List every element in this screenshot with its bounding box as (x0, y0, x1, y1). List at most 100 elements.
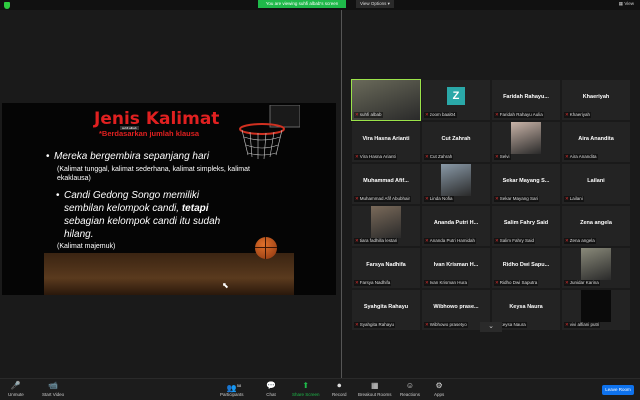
participant-name: Khaeriyah (582, 94, 610, 100)
shared-slide: Jenis Kalimat suhfi albab *Berdasarkan j… (2, 103, 336, 295)
participant-tile[interactable]: Lailani ✕Lailani (562, 164, 630, 204)
view-button[interactable]: ▦ View (619, 1, 634, 7)
participant-label: ✕Zena angela (564, 238, 596, 244)
microphone-muted-icon: ✕ (495, 280, 499, 285)
participant-photo (441, 164, 471, 196)
microphone-muted-icon: ✕ (495, 154, 499, 159)
shield-icon[interactable] (4, 2, 10, 9)
view-options-button[interactable]: View Options ▾ (356, 0, 394, 8)
participant-label: ✕Linda Nofia (424, 196, 454, 202)
microphone-muted-icon: ✕ (425, 280, 429, 285)
participant-photo (581, 290, 611, 322)
participant-tile[interactable]: ✕vivi alfiani putri (562, 290, 630, 330)
apps-button[interactable]: ⚙ Apps (434, 381, 444, 397)
participants-count: 58 (236, 383, 242, 388)
participant-label: ✕Salim Fahry Said (494, 238, 536, 244)
participant-label: ✕Khaeriyah (564, 112, 592, 118)
participant-name: Muhammad Afif... (363, 178, 409, 184)
participant-tile[interactable]: Salim Fahry Said ✕Salim Fahry Said (492, 206, 560, 246)
participant-label: ✕Farsya Nadhifa (354, 280, 392, 286)
share-screen-button[interactable]: ⬆ Share Screen (292, 381, 320, 397)
note-1: (Kalimat tunggal, kalimat sederhana, kal… (57, 166, 250, 182)
participant-tile[interactable]: Farsya Nadhifa ✕Farsya Nadhifa (352, 248, 420, 288)
participant-tile[interactable]: Zena angela ✕Zena angela (562, 206, 630, 246)
cursor-icon: ⬉ (222, 281, 229, 290)
participant-tile[interactable]: Ivan Krisman H... ✕Ivan Krisman Hura (422, 248, 490, 288)
participant-tile[interactable]: Khaeriyah ✕Khaeriyah (562, 80, 630, 120)
participant-grid: ✕suhfi albab Z ✕zoom baal04 Faridah Rahayu.… (351, 79, 632, 330)
participant-tile[interactable]: Syahgita Rahayu ✕Syahgita Rahayu (352, 290, 420, 330)
participant-label: ✕Faridah Rahayu Aulia (494, 112, 544, 118)
breakout-rooms-button[interactable]: ▦ Breakout Rooms (358, 381, 392, 397)
meeting-toolbar: 🎤 Unmute 📹 Start Video 👥58 Participants 💬 Ch… (0, 378, 640, 400)
chat-button[interactable]: 💬 Chat (266, 381, 276, 397)
participant-tile[interactable]: Keysa Naura✕Keysa Naura (492, 290, 560, 330)
participant-name: Vira Hasna Arianti (362, 136, 410, 142)
zoom-avatar-icon: Z (447, 87, 465, 105)
participant-label: ✕Aira Ananditа (564, 154, 598, 160)
participant-label: ✕Wibhowo prasetyo (424, 322, 468, 328)
microphone-muted-icon: ✕ (565, 322, 569, 327)
participant-name: Zena angela (580, 220, 612, 226)
microphone-muted-icon: 🎤 (10, 381, 21, 390)
chevron-down-icon[interactable]: ⌄ (480, 322, 502, 332)
view-label: View (624, 1, 634, 6)
participant-name: Syahgita Rahayu (363, 304, 409, 310)
reactions-button[interactable]: ☺ Reactions (400, 381, 420, 397)
start-video-label: Start Video (42, 392, 65, 397)
microphone-muted-icon: ✕ (565, 238, 569, 243)
unmute-button[interactable]: 🎤 Unmute (8, 381, 24, 397)
court-floor (44, 253, 294, 295)
participant-tile[interactable]: ✕Selvi (492, 122, 560, 162)
leave-room-button[interactable]: Leave Room (602, 385, 634, 395)
participant-tile[interactable]: Aira Ananditа ✕Aira Ananditа (562, 122, 630, 162)
breakout-rooms-icon: ▦ (370, 381, 379, 390)
participant-tile[interactable]: Cut Zahrah ✕Cut Zahrah (422, 122, 490, 162)
microphone-muted-icon: ✕ (565, 280, 569, 285)
reactions-label: Reactions (400, 392, 421, 397)
apps-icon: ⚙ (435, 381, 443, 390)
participant-tile[interactable]: ✕suhfi albab (351, 79, 421, 121)
microphone-muted-icon: ✕ (425, 322, 429, 327)
microphone-muted-icon: ✕ (425, 112, 429, 117)
participant-label: ✕Selvi (494, 154, 511, 160)
participant-tile[interactable]: ✕Junidar Karina (562, 248, 630, 288)
chat-icon: 💬 (266, 381, 276, 390)
unmute-label: Unmute (8, 392, 24, 397)
microphone-muted-icon: ✕ (425, 238, 429, 243)
participant-tile[interactable]: Muhammad Afif... ✕Muhammad Afif Abubhair (352, 164, 420, 204)
participant-label: ✕Muhammad Afif Abubhair (354, 196, 412, 202)
participant-tile[interactable]: Sekar Mayang S... ✕Sekar Mayang Sari (492, 164, 560, 204)
breakout-rooms-label: Breakout Rooms (358, 392, 392, 397)
start-video-button[interactable]: 📹 Start Video (42, 381, 64, 397)
video-off-icon: 📹 (48, 381, 59, 390)
participant-tile[interactable]: Z ✕zoom baal04 (422, 80, 490, 120)
participants-button[interactable]: 👥58 Participants (220, 381, 244, 397)
participant-tile[interactable]: ✕Linda Nofia (422, 164, 490, 204)
microphone-muted-icon: ✕ (565, 112, 569, 117)
record-button[interactable]: ⏺ Record (332, 381, 347, 397)
participant-tile[interactable]: Vira Hasna Arianti ✕Vira Hasna Arianti (352, 122, 420, 162)
record-icon: ⏺ (337, 381, 342, 390)
participant-label: ✕Ivan Krisman Hura (424, 280, 469, 286)
participant-tile[interactable]: Ridho Dwi Sapu... ✕Ridho Dwi Saputra (492, 248, 560, 288)
microphone-muted-icon: ✕ (565, 196, 569, 201)
participant-label: ✕zoom baal04 (424, 112, 457, 118)
participant-name: Ivan Krisman H... (433, 262, 479, 268)
participant-tile[interactable]: ✕tiara fadhilla lestari (352, 206, 420, 246)
split-divider[interactable] (341, 10, 342, 378)
participant-label: ✕Sekar Mayang Sari (494, 196, 540, 202)
record-label: Record (332, 392, 347, 397)
viewing-banner: You are viewing suhfi albab's screen (258, 0, 346, 8)
participant-tile[interactable]: Ananda Putri H... ✕Ananda Putri Hamidah (422, 206, 490, 246)
participant-photo (371, 206, 401, 238)
participant-tile[interactable]: Faridah Rahayu... ✕Faridah Rahayu Aulia (492, 80, 560, 120)
participant-label: ✕tiara fadhilla lestari (354, 238, 399, 244)
bullet-2: Candi Gedong Songo memiliki sembilan kel… (56, 189, 239, 241)
participant-label: ✕Ridho Dwi Saputra (494, 280, 539, 286)
participant-name: Cut Zahrah (441, 136, 471, 142)
bullet-1: Mereka bergembira sepanjang hari (46, 151, 274, 162)
participant-name: Ridho Dwi Sapu... (502, 262, 550, 268)
microphone-muted-icon: ✕ (355, 322, 359, 327)
participant-label: ✕Lailani (564, 196, 584, 202)
